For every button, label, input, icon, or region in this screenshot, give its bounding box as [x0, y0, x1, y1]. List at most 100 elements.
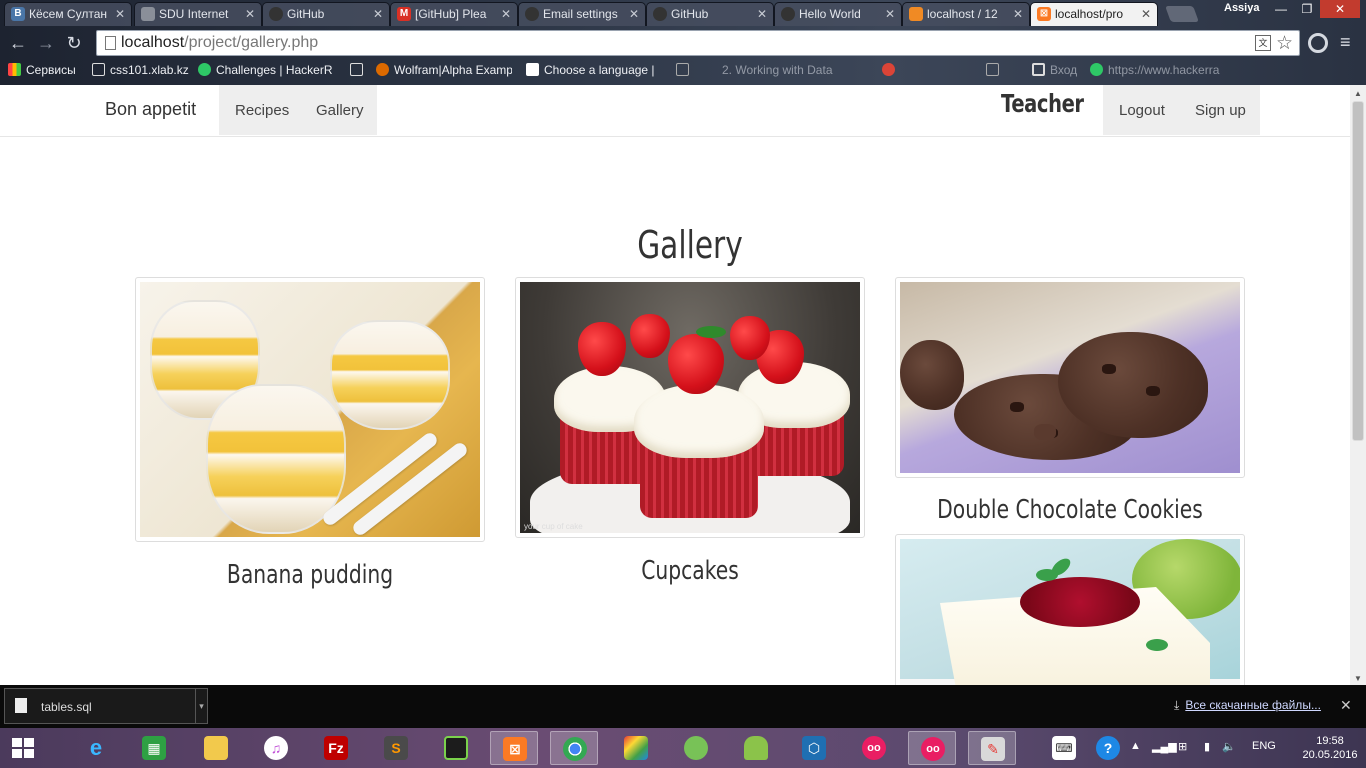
bookmark-chrome[interactable] [882, 63, 902, 77]
close-tab-icon[interactable]: ✕ [1013, 3, 1023, 25]
page-icon [105, 36, 116, 50]
extension-icon[interactable] [1308, 33, 1328, 53]
bookmark-page[interactable] [986, 63, 1006, 77]
scrollbar-thumb[interactable] [1352, 101, 1364, 441]
close-tab-icon[interactable]: ✕ [1141, 3, 1151, 25]
taskbar-filezilla[interactable]: Fz [312, 731, 360, 765]
tab-5[interactable]: Email settings ✕ [518, 2, 646, 26]
gallery-item-banana-pudding[interactable] [135, 277, 485, 542]
nav-signup-link[interactable]: Sign up [1195, 102, 1246, 119]
bookmark-hackerrank-challenges[interactable]: Challenges | HackerR [198, 63, 338, 77]
scroll-down-icon[interactable]: ▼ [1354, 674, 1362, 683]
show-all-downloads-link[interactable]: ⤓ Все скачанные файлы... [1174, 698, 1321, 713]
forward-icon[interactable]: → [34, 32, 58, 54]
battery-icon[interactable]: ▮ [1204, 740, 1210, 753]
scroll-up-icon[interactable]: ▲ [1354, 89, 1362, 98]
signal-icon[interactable]: ▂▄▆ [1152, 740, 1177, 753]
close-tab-icon[interactable]: ✕ [373, 3, 383, 25]
windows-start-icon[interactable] [12, 738, 36, 760]
taskbar-help[interactable]: ? [1084, 731, 1132, 765]
menu-icon[interactable]: ≡ [1340, 32, 1351, 53]
bookmark-page[interactable] [350, 63, 370, 77]
taskbar-explorer[interactable] [192, 731, 240, 765]
close-tab-icon[interactable]: ✕ [501, 3, 511, 25]
close-window-icon[interactable]: ✕ [1320, 0, 1360, 18]
keyboard-icon: ⌨ [1052, 736, 1076, 760]
bookmark-services[interactable]: Сервисы [8, 63, 88, 77]
tab-4[interactable]: M [GitHub] Plea ✕ [390, 2, 518, 26]
tab-title: GitHub [671, 7, 709, 21]
taskbar-sublime[interactable]: S [372, 731, 420, 765]
nav-gallery-link[interactable]: Gallery [316, 102, 364, 119]
address-url[interactable]: localhost/project/gallery.php [121, 34, 318, 52]
tab-9-active[interactable]: ⊠ localhost/pro ✕ [1030, 2, 1158, 26]
bookmark-hackerrank[interactable]: https://www.hackerra [1090, 63, 1230, 77]
volume-icon[interactable]: 🔈 [1222, 740, 1236, 753]
itunes-icon: ♫ [264, 736, 288, 760]
nav-logout-link[interactable]: Logout [1119, 102, 1165, 119]
reload-icon[interactable]: ↻ [62, 32, 86, 54]
paint-icon [624, 736, 648, 760]
close-tab-icon[interactable]: ✕ [115, 3, 125, 25]
taskbar-flickr[interactable]: oo [850, 731, 898, 765]
gallery-item-cupcakes[interactable]: your cup of cake [515, 277, 865, 538]
taskbar-virtualbox[interactable]: ⬡ [790, 731, 838, 765]
bookmark-page[interactable] [676, 63, 696, 77]
address-bar[interactable]: localhost/project/gallery.php 文 ☆ [96, 30, 1300, 56]
bookmark-star-icon[interactable]: ☆ [1276, 32, 1293, 55]
windows-icon[interactable]: ⊞ [1178, 740, 1187, 753]
taskbar-android-studio[interactable] [672, 731, 720, 765]
tray-chevron-up-icon[interactable]: ▲ [1130, 740, 1141, 752]
taskbar-chrome[interactable] [550, 731, 598, 765]
bookmark-login[interactable]: Вход [1032, 63, 1080, 77]
brand-link[interactable]: Bon appetit [105, 99, 196, 120]
back-icon[interactable]: ← [6, 32, 30, 54]
nav-recipes-link[interactable]: Recipes [235, 102, 289, 119]
hackerrank-icon [1090, 63, 1103, 76]
close-tab-icon[interactable]: ✕ [245, 3, 255, 25]
taskbar-itunes[interactable]: ♫ [252, 731, 300, 765]
gallery-item-cheesecake[interactable] [895, 534, 1245, 685]
tab-1[interactable]: В Кёсем Султан ✕ [4, 2, 132, 26]
close-tab-icon[interactable]: ✕ [757, 3, 767, 25]
tab-7[interactable]: Hello World ✕ [774, 2, 902, 26]
close-tab-icon[interactable]: ✕ [629, 3, 639, 25]
ie-icon: e [89, 735, 103, 760]
translate-icon[interactable]: 文 [1255, 35, 1271, 51]
tab-8[interactable]: localhost / 12 ✕ [902, 2, 1030, 26]
download-item[interactable]: tables.sql ▾ [4, 688, 208, 724]
page-scrollbar[interactable]: ▲ ▼ [1350, 85, 1366, 685]
restore-icon[interactable]: ❐ [1294, 0, 1320, 18]
taskbar-keyboard[interactable]: ⌨ [1040, 731, 1088, 765]
chevron-down-icon[interactable]: ▾ [195, 689, 207, 723]
bookmark-wolfram[interactable]: Wolfram|Alpha Examp [376, 63, 512, 77]
bookmark-working-with-data[interactable]: 2. Working with Data [722, 63, 856, 77]
bookmark-choose-language[interactable]: Choose a language | [526, 63, 654, 77]
taskbar-flickr-2[interactable]: oo [908, 731, 956, 765]
taskbar-paint-brush[interactable]: ✎ [968, 731, 1016, 765]
taskbar-paint[interactable] [612, 731, 660, 765]
taskbar-ie[interactable]: e [72, 731, 120, 765]
tab-2[interactable]: SDU Internet ✕ [134, 2, 262, 26]
tab-title: SDU Internet [159, 7, 229, 21]
taskbar-xampp[interactable]: ⊠ [490, 731, 538, 765]
tab-3[interactable]: GitHub ✕ [262, 2, 390, 26]
taskbar-store[interactable]: ▦ [130, 731, 178, 765]
profile-name[interactable]: Assiya [1224, 2, 1259, 14]
language-indicator[interactable]: ENG [1252, 740, 1276, 752]
minimize-icon[interactable]: — [1268, 0, 1294, 18]
xampp-icon: ⊠ [1037, 7, 1051, 21]
taskbar-android[interactable] [732, 731, 780, 765]
tab-6[interactable]: GitHub ✕ [646, 2, 774, 26]
bookmark-css101[interactable]: css101.xlab.kz [92, 63, 192, 77]
clock[interactable]: 19:58 20.05.2016 [1300, 734, 1360, 762]
close-icon[interactable]: ✕ [1340, 697, 1352, 714]
close-tab-icon[interactable]: ✕ [885, 3, 895, 25]
taskbar-console[interactable] [432, 731, 480, 765]
caption-cupcakes: Cupcakes [641, 556, 739, 586]
store-icon: ▦ [142, 736, 166, 760]
gallery-item-chocolate-cookies[interactable] [895, 277, 1245, 478]
new-tab-button[interactable] [1165, 6, 1199, 22]
console-icon [444, 736, 468, 760]
page-viewport: Bon appetit Recipes Gallery Teacher Logo… [0, 85, 1350, 685]
